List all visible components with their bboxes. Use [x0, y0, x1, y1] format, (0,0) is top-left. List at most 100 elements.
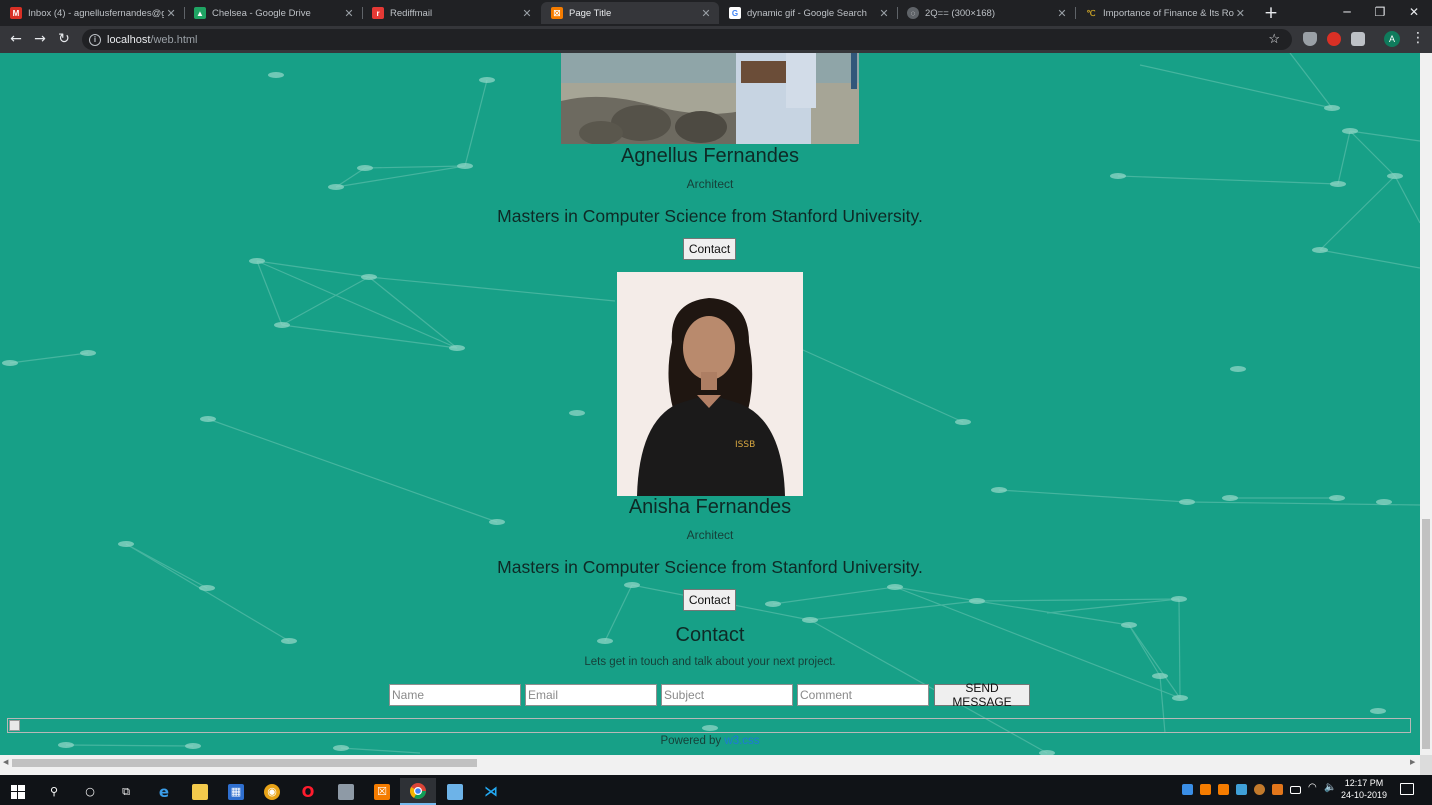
tab-label: Chelsea - Google Drive [212, 7, 311, 19]
bookmark-star-icon[interactable]: ☆ [1268, 31, 1280, 47]
browser-tab-strip: M Inbox (4) - agnellusfernandes@g ✕ ▲ Ch… [0, 0, 1432, 26]
email-input[interactable] [525, 684, 657, 706]
cortana-button[interactable]: ○ [72, 778, 108, 805]
battery-icon[interactable] [1290, 786, 1301, 794]
minimize-button[interactable]: ─ [1329, 0, 1365, 24]
info-icon[interactable]: i [89, 33, 101, 46]
contact-button[interactable]: Contact [683, 238, 736, 260]
page-viewport: Agnellus Fernandes Architect Masters in … [0, 53, 1420, 755]
notification-center-icon[interactable] [1400, 783, 1414, 795]
url-host: localhost [107, 33, 151, 46]
back-arrow-icon[interactable]: ← [7, 30, 25, 48]
restore-button[interactable]: ❐ [1362, 0, 1398, 24]
vertical-scroll-thumb[interactable] [1422, 519, 1430, 749]
taskbar-chrome[interactable] [400, 778, 436, 805]
taskbar-file-explorer[interactable] [182, 778, 218, 805]
comment-input[interactable] [797, 684, 929, 706]
tab-label: Importance of Finance & Its Role [1103, 7, 1234, 19]
tab-finance-article[interactable]: ℃ Importance of Finance & Its Role ✕ [1075, 2, 1253, 24]
task-view-button[interactable]: ⧉ [108, 778, 144, 805]
person-name: Agnellus Fernandes [621, 145, 799, 167]
tab-google-search[interactable]: G dynamic gif - Google Search ✕ [719, 2, 897, 24]
clock-time: 12:17 PM [1344, 778, 1384, 788]
store-icon: ▦ [228, 783, 244, 800]
chrome-icon [410, 782, 426, 799]
close-icon[interactable]: ✕ [1234, 7, 1247, 20]
person-education: Masters in Computer Science from Stanfor… [497, 557, 923, 577]
horizontal-scroll-thumb[interactable] [12, 759, 477, 767]
photo-beach-scene [561, 53, 859, 144]
taskbar-app-yellow[interactable]: ◉ [254, 778, 290, 805]
xampp-icon: ☒ [374, 783, 390, 800]
reload-icon[interactable]: ↻ [55, 30, 73, 48]
person-name: Anisha Fernandes [628, 496, 792, 518]
scroll-right-icon[interactable]: ▶ [1410, 758, 1415, 766]
taskbar-store[interactable]: ▦ [218, 778, 254, 805]
taskbar-xampp[interactable]: ☒ [364, 778, 400, 805]
tray-app-icon[interactable] [1254, 784, 1265, 795]
contact-subtitle: Lets get in touch and talk about your ne… [584, 656, 836, 668]
windows-logo-icon [11, 784, 25, 799]
close-icon[interactable]: ✕ [520, 7, 534, 20]
broken-image [7, 718, 1411, 733]
cortana-circle-icon: ○ [85, 785, 95, 798]
tab-page-title[interactable]: ☒ Page Title ✕ [541, 2, 719, 24]
profile-avatar[interactable]: A [1384, 31, 1400, 47]
clock-date: 24-10-2019 [1340, 790, 1388, 800]
close-icon[interactable]: ✕ [342, 7, 356, 20]
close-window-button[interactable]: ✕ [1396, 0, 1432, 24]
url-bar[interactable]: i localhost/web.html ☆ [82, 29, 1292, 50]
tray-app-icon[interactable] [1182, 784, 1193, 795]
profile-photo: ISSB [617, 272, 803, 496]
wifi-icon[interactable]: ◠ [1308, 782, 1319, 793]
horizontal-scrollbar[interactable]: ◀ ▶ [0, 755, 1420, 775]
search-button[interactable]: ⚲ [36, 778, 72, 805]
person-education: Masters in Computer Science from Stanfor… [497, 206, 923, 226]
start-button[interactable] [0, 778, 36, 805]
broken-image-icon [9, 720, 20, 731]
tab-image[interactable]: ◌ 2Q== (300×168) ✕ [897, 2, 1075, 24]
person-role: Architect [686, 528, 734, 542]
address-toolbar: ← → ↻ i localhost/web.html ☆ A ⋮ [0, 26, 1432, 53]
send-message-button[interactable]: SEND MESSAGE [934, 681, 1030, 709]
forward-arrow-icon[interactable]: → [31, 30, 49, 48]
shield-extension-icon[interactable] [1303, 32, 1317, 46]
extension-grey-icon[interactable] [1351, 32, 1365, 46]
taskbar-app-blue[interactable] [437, 778, 473, 805]
tray-fox-icon[interactable] [1272, 784, 1283, 795]
folder-icon [192, 783, 208, 800]
scroll-left-icon[interactable]: ◀ [3, 758, 8, 766]
taskbar-opera[interactable]: O [290, 778, 326, 805]
tray-xampp-icon[interactable] [1200, 784, 1211, 795]
contact-title: Contact [675, 624, 745, 646]
taskbar-clock[interactable]: 12:17 PM 24-10-2019 [1340, 777, 1388, 801]
gmail-icon: M [10, 7, 22, 19]
new-tab-button[interactable]: + [1262, 3, 1280, 23]
google-icon: G [729, 7, 741, 19]
tab-google-drive[interactable]: ▲ Chelsea - Google Drive ✕ [184, 2, 362, 24]
tab-label: Rediffmail [390, 7, 433, 19]
close-icon[interactable]: ✕ [699, 7, 713, 20]
close-icon[interactable]: ✕ [164, 7, 178, 20]
tray-xampp-icon[interactable] [1218, 784, 1229, 795]
taskbar-app-grey[interactable] [328, 778, 364, 805]
windows-taskbar: ⚲ ○ ⧉ e ▦ ◉ O ☒ ⋊ ◠ 🔈 12:17 PM 24-10-201… [0, 775, 1432, 805]
name-input[interactable] [389, 684, 521, 706]
taskbar-edge[interactable]: e [146, 778, 182, 805]
close-icon[interactable]: ✕ [877, 7, 891, 20]
vertical-scrollbar[interactable] [1420, 53, 1432, 755]
url-path: /web.html [150, 33, 198, 46]
volume-icon[interactable]: 🔈 [1324, 782, 1336, 793]
menu-kebab-icon[interactable]: ⋮ [1411, 30, 1425, 46]
taskbar-vscode[interactable]: ⋊ [473, 778, 509, 805]
tab-rediffmail[interactable]: r Rediffmail ✕ [362, 2, 540, 24]
contact-button[interactable]: Contact [683, 589, 736, 611]
w3css-link[interactable]: w3.css [724, 735, 759, 747]
extension-red-icon[interactable] [1327, 32, 1341, 46]
google-drive-icon: ▲ [194, 7, 206, 19]
tray-network-app-icon[interactable] [1236, 784, 1247, 795]
close-icon[interactable]: ✕ [1055, 7, 1069, 20]
tab-gmail-inbox[interactable]: M Inbox (4) - agnellusfernandes@g ✕ [0, 2, 184, 24]
subject-input[interactable] [661, 684, 793, 706]
page-content: Agnellus Fernandes Architect Masters in … [0, 53, 1420, 755]
